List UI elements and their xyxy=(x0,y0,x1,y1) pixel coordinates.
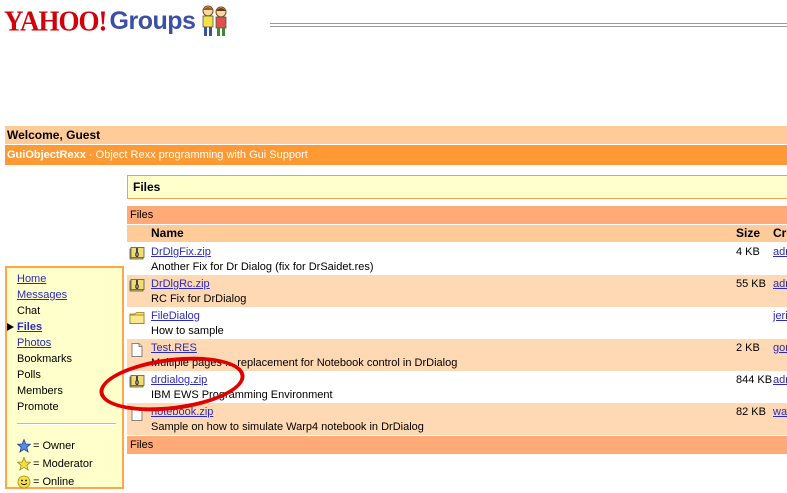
legend-owner-label: = Owner xyxy=(33,440,75,452)
legend-owner: = Owner xyxy=(17,437,122,455)
column-name-header: Name xyxy=(151,226,184,240)
sidebar-item-files[interactable]: Files xyxy=(7,319,122,335)
column-creator-header: Cre xyxy=(773,226,787,240)
document-icon[interactable] xyxy=(129,407,145,421)
zip-file-icon[interactable] xyxy=(129,375,145,389)
yahoo-groups-logo[interactable]: YAHOO! Groups xyxy=(4,4,231,38)
files-header-label: Files xyxy=(130,209,154,221)
file-description: Sample on how to simulate Warp4 notebook… xyxy=(151,421,424,433)
legend-moderator: = Moderator xyxy=(17,455,122,473)
legend-online: = Online xyxy=(17,473,122,491)
yahoo-wordmark: YAHOO! xyxy=(4,4,108,37)
file-size: 2 KB xyxy=(736,342,760,354)
file-name-link[interactable]: Test.RES xyxy=(151,342,197,354)
page-title: Files xyxy=(133,180,161,194)
files-title-box: Files xyxy=(127,175,787,199)
file-name-link[interactable]: FileDialog xyxy=(151,310,200,322)
sidebar-item-promote: Promote xyxy=(17,401,59,413)
file-size: 82 KB xyxy=(736,406,766,418)
file-name-link[interactable]: DrDlgRc.zip xyxy=(151,278,210,290)
sidebar-divider xyxy=(17,423,116,425)
file-row: DrDlgRc.zip RC Fix for DrDialog 55 KB adr xyxy=(127,275,787,307)
file-name-link[interactable]: drdialog.zip xyxy=(151,374,207,386)
file-creator-link[interactable]: wa xyxy=(773,406,787,418)
sidebar-item-chat: Chat xyxy=(17,305,41,317)
file-row: FileDialog How to sample jeri xyxy=(127,307,787,339)
kids-mascot-icon xyxy=(202,5,227,36)
smiley-icon xyxy=(17,475,31,489)
sidebar-item-home[interactable]: Home xyxy=(17,271,122,287)
sidebar-item-bookmarks: Bookmarks xyxy=(17,353,73,365)
file-description: How to sample xyxy=(151,325,224,337)
file-name-link[interactable]: DrDlgFix.zip xyxy=(151,246,211,258)
file-row: Test.RES Multiple pages ... replacement f… xyxy=(127,339,787,371)
file-row: DrDlgFix.zip Another Fix for Dr Dialog (f… xyxy=(127,243,787,275)
file-description: Another Fix for Dr Dialog (fix for DrSai… xyxy=(151,261,374,273)
sidebar-item-polls: Polls xyxy=(17,369,41,381)
file-creator-link[interactable]: jeri xyxy=(773,310,787,322)
files-column-header: Name Size Cre xyxy=(127,225,787,242)
file-creator-link[interactable]: adr xyxy=(773,278,787,290)
zip-file-icon[interactable] xyxy=(129,247,145,261)
document-icon[interactable] xyxy=(129,343,145,357)
sidebar-item-photos[interactable]: Photos xyxy=(17,335,122,351)
folder-icon[interactable] xyxy=(129,311,145,325)
yellow-star-icon xyxy=(17,457,31,471)
files-header-bar: Files xyxy=(127,206,787,224)
column-size-header: Size xyxy=(736,226,761,240)
groups-wordmark: Groups xyxy=(109,6,196,35)
sidebar-nav: Home Messages Chat Files Photos Bookmarks Poll… xyxy=(5,266,124,489)
file-description: Multiple pages ... replacement for Noteb… xyxy=(151,357,458,369)
files-footer-label: Files xyxy=(130,439,154,451)
legend-online-label: = Online xyxy=(33,476,75,488)
nav-list: Home Messages Chat Files Photos Bookmarks Poll… xyxy=(7,271,122,415)
sidebar-item-members: Members xyxy=(17,385,63,397)
file-description: IBM EWS Programming Environment xyxy=(151,389,333,401)
files-footer-bar: Files xyxy=(127,436,787,454)
group-separator: · xyxy=(88,149,93,161)
file-size: 55 KB xyxy=(736,278,766,290)
file-row: drdialog.zip IBM EWS Programming Environm… xyxy=(127,371,787,403)
welcome-bar: Welcome, Guest xyxy=(5,126,787,144)
blue-star-icon xyxy=(17,439,31,453)
group-description: Object Rexx programming with Gui Support xyxy=(95,149,308,161)
file-creator-link[interactable]: adr xyxy=(773,374,787,386)
group-bar: GuiObjectRexx · Object Rexx programming … xyxy=(5,145,787,165)
sidebar-item-messages[interactable]: Messages xyxy=(17,287,122,303)
welcome-text: Welcome, Guest xyxy=(7,128,101,142)
header-divider xyxy=(270,23,787,27)
file-size: 844 KB xyxy=(736,374,773,386)
zip-file-icon[interactable] xyxy=(129,279,145,293)
file-description: RC Fix for DrDialog xyxy=(151,293,247,305)
file-name-link[interactable]: notebook.zip xyxy=(151,406,213,418)
group-name[interactable]: GuiObjectRexx xyxy=(7,149,86,161)
legend-moderator-label: = Moderator xyxy=(33,458,93,470)
file-size: 4 KB xyxy=(736,246,760,258)
file-row: notebook.zip Sample on how to simulate Wa… xyxy=(127,403,787,435)
file-creator-link[interactable]: adr xyxy=(773,246,787,258)
file-creator-link[interactable]: gor xyxy=(773,342,787,354)
